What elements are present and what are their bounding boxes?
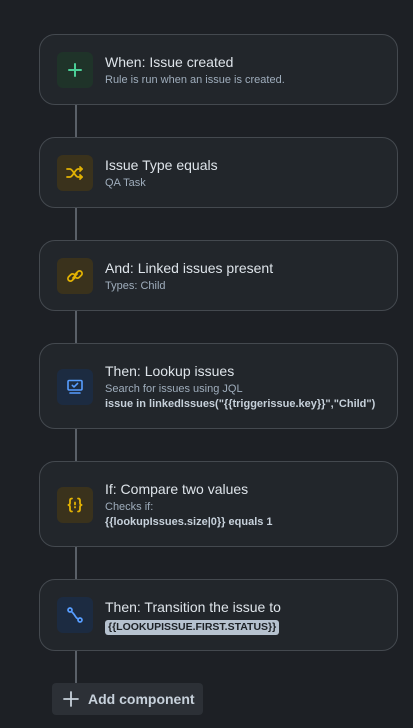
card-description: Types: Child bbox=[105, 280, 166, 292]
add-component-label: Add component bbox=[88, 691, 195, 707]
card-title: When: Issue created bbox=[105, 54, 234, 70]
status-smart-value-tag: {{LOOKUPISSUE.FIRST.STATUS}} bbox=[105, 620, 280, 635]
card-title: And: Linked issues present bbox=[105, 260, 274, 276]
rule-builder: When: Issue created Rule is run when an … bbox=[0, 0, 413, 728]
comparison-expression: {{lookupIssues.size|0}} equals 1 bbox=[105, 516, 273, 528]
card-title: If: Compare two values bbox=[105, 481, 249, 497]
lookup-issues-action-card[interactable]: Then: Lookup issues Search for issues us… bbox=[39, 343, 398, 429]
shuffle-icon bbox=[57, 155, 93, 191]
trigger-card[interactable]: When: Issue created Rule is run when an … bbox=[39, 34, 398, 105]
card-description: QA Task bbox=[105, 177, 146, 189]
issue-type-condition-card[interactable]: Issue Type equals QA Task bbox=[39, 137, 398, 208]
card-title: Issue Type equals bbox=[105, 157, 218, 173]
add-component-button[interactable]: Add component bbox=[52, 683, 203, 715]
compare-values-condition-card[interactable]: If: Compare two values Checks if: {{look… bbox=[39, 461, 398, 547]
transition-action-card[interactable]: Then: Transition the issue to {{LOOKUPIS… bbox=[39, 579, 398, 651]
transition-icon bbox=[57, 597, 93, 633]
card-title: Then: Transition the issue to bbox=[105, 599, 281, 615]
card-description: Checks if: bbox=[105, 501, 154, 513]
connector-line bbox=[75, 428, 77, 462]
jql-query: issue in linkedIssues("{{triggerissue.ke… bbox=[105, 398, 376, 410]
connector-line bbox=[75, 104, 77, 138]
linked-issues-condition-card[interactable]: And: Linked issues present Types: Child bbox=[39, 240, 398, 311]
connector-line bbox=[75, 207, 77, 241]
braces-icon bbox=[57, 487, 93, 523]
link-icon bbox=[57, 258, 93, 294]
card-description: Search for issues using JQL bbox=[105, 383, 243, 395]
card-description: Rule is run when an issue is created. bbox=[105, 74, 285, 86]
connector-line bbox=[75, 310, 77, 344]
monitor-check-icon bbox=[57, 369, 93, 405]
plus-icon bbox=[57, 52, 93, 88]
connector-line bbox=[75, 546, 77, 580]
card-title: Then: Lookup issues bbox=[105, 363, 235, 379]
connector-line bbox=[75, 650, 77, 684]
plus-icon bbox=[63, 691, 79, 707]
